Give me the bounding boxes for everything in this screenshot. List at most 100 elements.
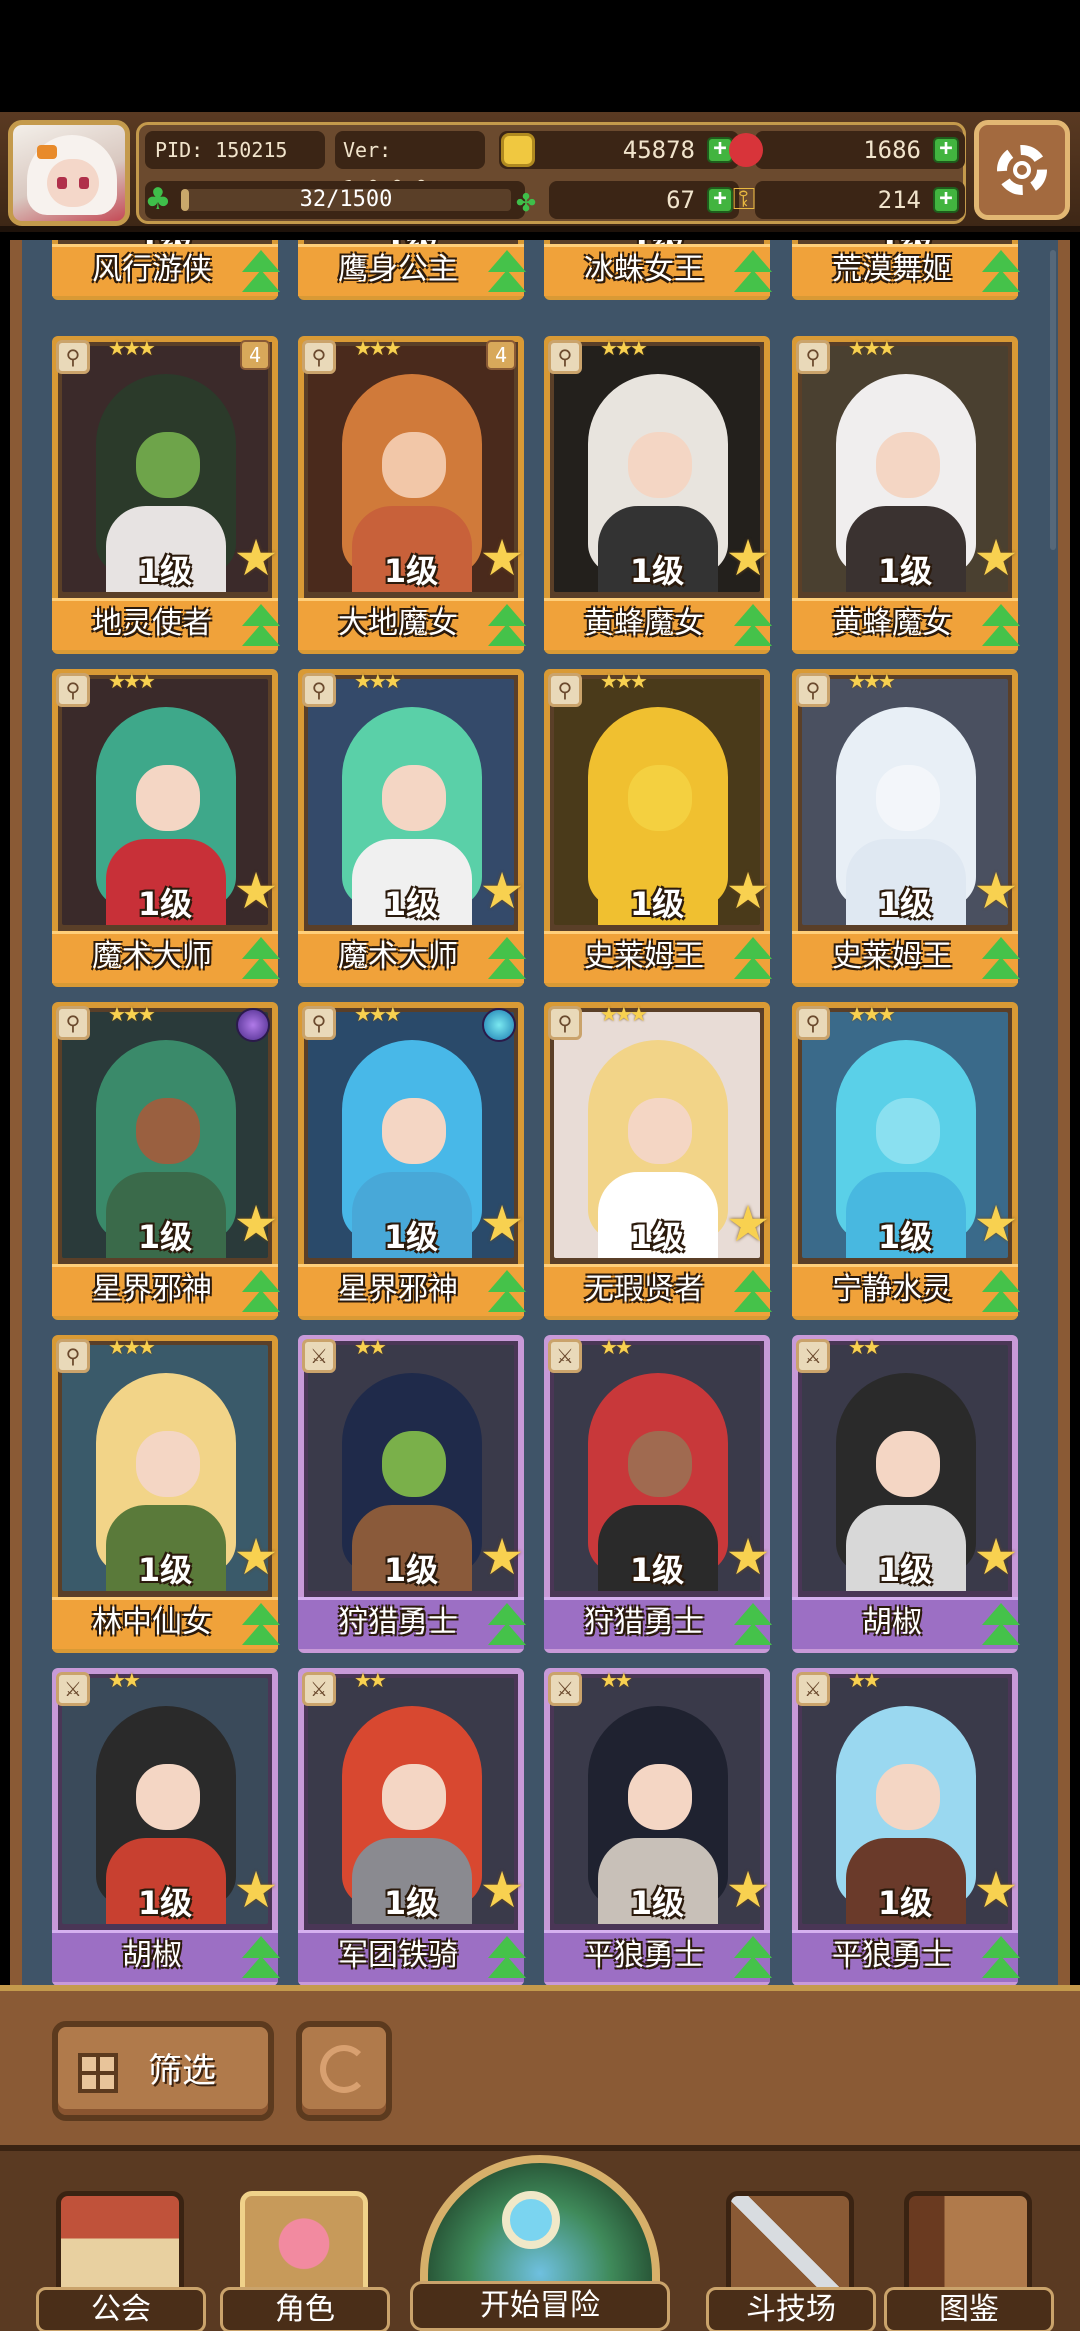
rarity-stars: ★★ xyxy=(108,1668,141,1692)
rarity-stars: ★★★ xyxy=(848,669,896,693)
gem-value: 1686 xyxy=(863,136,921,164)
character-card[interactable]: ⚲ ★★★ 1级 ★ 史莱姆王 xyxy=(792,669,1020,987)
character-card[interactable]: ⚲ ★★★ 4 1级 ★ 大地魔女 xyxy=(298,336,526,654)
star-upgrade-icon[interactable]: ★ xyxy=(230,1864,282,1916)
upgrade-arrow-icon[interactable] xyxy=(238,604,284,650)
settings-button[interactable] xyxy=(974,120,1070,220)
star-upgrade-icon[interactable]: ★ xyxy=(476,1198,528,1250)
character-card[interactable]: ⚔ ★★ 1级 ★ 平狼勇士 xyxy=(544,1668,772,1985)
card-name: 黄蜂魔女 xyxy=(584,606,704,641)
star-upgrade-icon[interactable]: ★ xyxy=(230,532,282,584)
grid-scrollbar[interactable] xyxy=(1050,250,1056,550)
star-upgrade-icon[interactable]: ★ xyxy=(230,865,282,917)
add-gem-button[interactable]: + xyxy=(933,137,959,163)
star-upgrade-icon[interactable]: ★ xyxy=(230,1531,282,1583)
character-card[interactable]: ⚲ ★★★ 1级 ★ 星界邪神 xyxy=(52,1002,280,1320)
character-card[interactable]: 1级荒漠舞姬 xyxy=(792,240,1020,300)
upgrade-arrow-icon[interactable] xyxy=(238,250,284,296)
top-header: PID: 150215 Ver: 1.0.0.0 45878 + 1686 + … xyxy=(0,112,1080,232)
card-name: 狩猎勇士 xyxy=(338,1605,458,1640)
character-card[interactable]: 1级鹰身公主 xyxy=(298,240,526,300)
star-upgrade-icon[interactable]: ★ xyxy=(476,532,528,584)
nav-arena[interactable]: 斗技场 xyxy=(706,2191,876,2331)
star-upgrade-icon[interactable]: ★ xyxy=(970,865,1022,917)
upgrade-arrow-icon[interactable] xyxy=(730,604,776,650)
character-card[interactable]: ⚔ ★★ 1级 ★ 狩猎勇士 xyxy=(544,1335,772,1653)
upgrade-arrow-icon[interactable] xyxy=(730,1270,776,1316)
star-upgrade-icon[interactable]: ★ xyxy=(722,1198,774,1250)
character-card[interactable]: ⚲ ★★★ 1级 ★ 宁静水灵 xyxy=(792,1002,1020,1320)
character-card[interactable]: ⚲ ★★★ 1级 ★ 星界邪神 xyxy=(298,1002,526,1320)
card-name: 星界邪神 xyxy=(92,1272,212,1307)
upgrade-arrow-icon[interactable] xyxy=(484,1936,530,1982)
upgrade-arrow-icon[interactable] xyxy=(730,1603,776,1649)
upgrade-arrow-icon[interactable] xyxy=(238,1603,284,1649)
refresh-button[interactable] xyxy=(296,2021,392,2121)
star-upgrade-icon[interactable]: ★ xyxy=(722,865,774,917)
star-upgrade-icon[interactable]: ★ xyxy=(476,865,528,917)
upgrade-arrow-icon[interactable] xyxy=(484,1603,530,1649)
star-upgrade-icon[interactable]: ★ xyxy=(476,1531,528,1583)
nav-guild[interactable]: 公会 xyxy=(36,2191,206,2331)
card-name: 星界邪神 xyxy=(338,1272,458,1307)
upgrade-arrow-icon[interactable] xyxy=(978,1936,1024,1982)
nav-adventure[interactable]: 开始冒险 xyxy=(410,2151,670,2331)
card-name: 冰蛛女王 xyxy=(584,252,704,287)
star-upgrade-icon[interactable]: ★ xyxy=(970,532,1022,584)
add-key-button[interactable]: + xyxy=(933,187,959,213)
nav-codex[interactable]: 图鉴 xyxy=(884,2191,1054,2331)
character-card[interactable]: ⚲ ★★★ 1级 ★ 魔术大师 xyxy=(52,669,280,987)
element-gem-icon xyxy=(482,1008,516,1042)
rarity-stars: ★★★ xyxy=(108,336,156,360)
upgrade-arrow-icon[interactable] xyxy=(484,937,530,983)
filter-button[interactable]: 筛选 xyxy=(52,2021,274,2121)
gold-counter: 45878 + xyxy=(499,131,739,169)
stamina-bar: ♣ 32/1500 xyxy=(145,181,525,219)
star-upgrade-icon[interactable]: ★ xyxy=(722,1531,774,1583)
upgrade-arrow-icon[interactable] xyxy=(484,1270,530,1316)
character-card[interactable]: ⚔ ★★ 1级 ★ 胡椒 xyxy=(792,1335,1020,1653)
player-avatar[interactable] xyxy=(8,120,130,226)
upgrade-arrow-icon[interactable] xyxy=(978,1603,1024,1649)
character-card[interactable]: ⚔ ★★ 1级 ★ 狩猎勇士 xyxy=(298,1335,526,1653)
star-upgrade-icon[interactable]: ★ xyxy=(722,532,774,584)
class-tag-icon: ⚲ xyxy=(796,673,830,707)
class-tag-icon: ⚲ xyxy=(302,1006,336,1040)
star-upgrade-icon[interactable]: ★ xyxy=(970,1198,1022,1250)
star-upgrade-icon[interactable]: ★ xyxy=(476,1864,528,1916)
upgrade-arrow-icon[interactable] xyxy=(730,937,776,983)
character-card[interactable]: ⚲ ★★★ 1级 ★ 林中仙女 xyxy=(52,1335,280,1653)
character-card[interactable]: ⚲ ★★★ 4 1级 ★ 地灵使者 xyxy=(52,336,280,654)
character-grid[interactable]: 1级风行游侠1级鹰身公主1级冰蛛女王1级荒漠舞姬⚲★★★41级★地灵使者⚲★★★… xyxy=(10,240,1070,1985)
upgrade-arrow-icon[interactable] xyxy=(978,250,1024,296)
upgrade-arrow-icon[interactable] xyxy=(238,1936,284,1982)
character-card[interactable]: ⚔ ★★ 1级 ★ 平狼勇士 xyxy=(792,1668,1020,1985)
upgrade-arrow-icon[interactable] xyxy=(238,1270,284,1316)
character-card[interactable]: ⚲ ★★★ 1级 ★ 黄蜂魔女 xyxy=(544,336,772,654)
class-tag-icon: ⚔ xyxy=(796,1339,830,1373)
character-grid-scroll[interactable]: 1级风行游侠1级鹰身公主1级冰蛛女王1级荒漠舞姬⚲★★★41级★地灵使者⚲★★★… xyxy=(22,240,1058,1985)
upgrade-arrow-icon[interactable] xyxy=(730,250,776,296)
star-upgrade-icon[interactable]: ★ xyxy=(722,1864,774,1916)
upgrade-arrow-icon[interactable] xyxy=(238,937,284,983)
character-card[interactable]: ⚲ ★★★ 1级 ★ 魔术大师 xyxy=(298,669,526,987)
character-card[interactable]: ⚲ ★★★ 1级 ★ 无瑕贤者 xyxy=(544,1002,772,1320)
nav-characters[interactable]: 角色 xyxy=(220,2191,390,2331)
character-card[interactable]: 1级风行游侠 xyxy=(52,240,280,300)
character-card[interactable]: 1级冰蛛女王 xyxy=(544,240,772,300)
star-upgrade-icon[interactable]: ★ xyxy=(970,1531,1022,1583)
upgrade-arrow-icon[interactable] xyxy=(978,1270,1024,1316)
upgrade-arrow-icon[interactable] xyxy=(978,937,1024,983)
class-tag-icon: ⚲ xyxy=(56,1006,90,1040)
class-tag-icon: ⚲ xyxy=(796,1006,830,1040)
upgrade-arrow-icon[interactable] xyxy=(484,250,530,296)
character-card[interactable]: ⚲ ★★★ 1级 ★ 黄蜂魔女 xyxy=(792,336,1020,654)
star-upgrade-icon[interactable]: ★ xyxy=(970,1864,1022,1916)
character-card[interactable]: ⚲ ★★★ 1级 ★ 史莱姆王 xyxy=(544,669,772,987)
character-card[interactable]: ⚔ ★★ 1级 ★ 军团铁骑 xyxy=(298,1668,526,1985)
upgrade-arrow-icon[interactable] xyxy=(484,604,530,650)
star-upgrade-icon[interactable]: ★ xyxy=(230,1198,282,1250)
upgrade-arrow-icon[interactable] xyxy=(978,604,1024,650)
upgrade-arrow-icon[interactable] xyxy=(730,1936,776,1982)
character-card[interactable]: ⚔ ★★ 1级 ★ 胡椒 xyxy=(52,1668,280,1985)
